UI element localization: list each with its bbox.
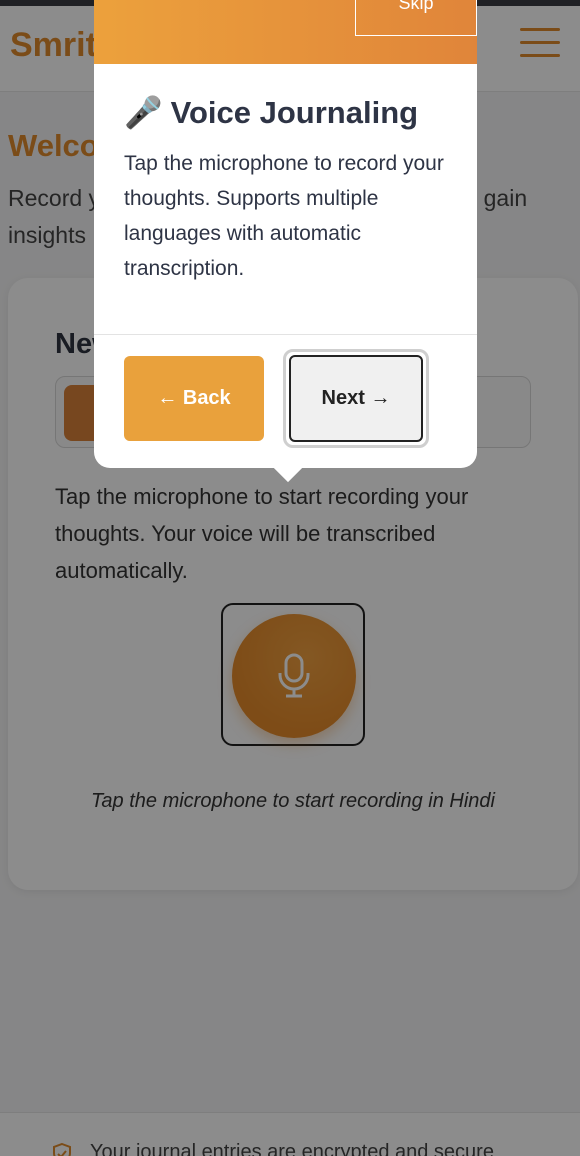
next-button-label: Next → (289, 355, 423, 442)
tour-title-text: Voice Journaling (170, 94, 419, 130)
microphone-emoji-icon: 🎤 (124, 95, 163, 130)
next-button[interactable]: Next → (283, 349, 429, 448)
tour-body: Tap the microphone to record your though… (124, 152, 444, 280)
onboarding-tour-popover: Skip 🎤 Voice Journaling Tap the micropho… (94, 0, 477, 483)
back-button[interactable]: ← Back (124, 356, 264, 441)
tour-header: Skip (94, 0, 477, 64)
tour-title: 🎤 Voice Journaling (124, 94, 418, 131)
skip-button[interactable]: Skip (355, 0, 477, 36)
divider (94, 334, 477, 335)
